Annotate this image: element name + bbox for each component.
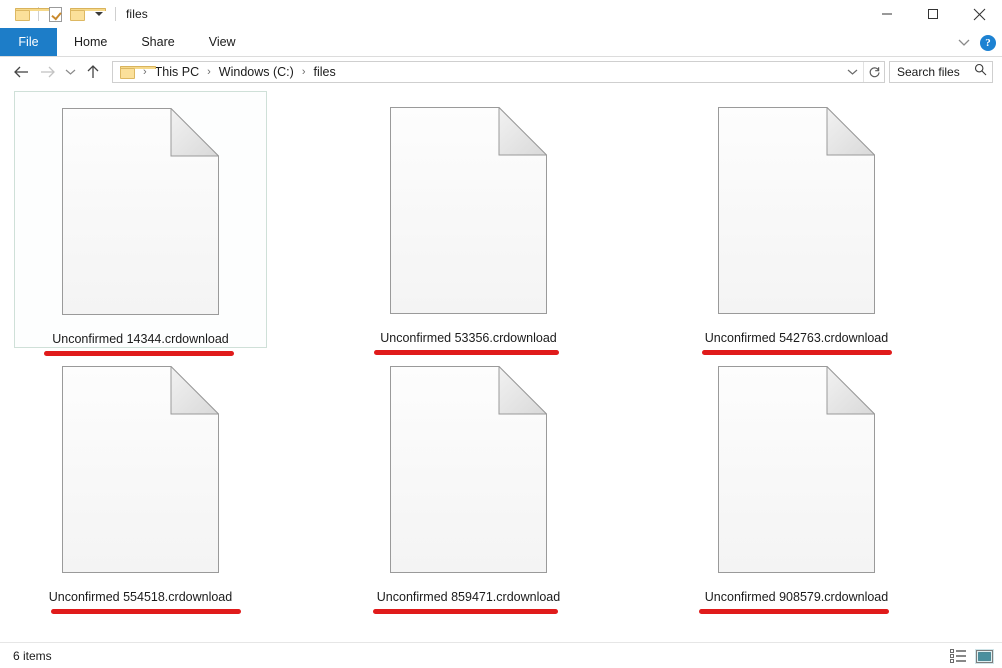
grid-gap [597,350,670,609]
file-grid-cell: Unconfirmed 859471.crdownload [342,350,597,609]
breadcrumb-windows-c[interactable]: Windows (C:) [217,62,296,82]
window-title: files [126,7,148,21]
file-grid-cell: Unconfirmed 14344.crdownload [14,91,269,350]
file-list-view[interactable]: Unconfirmed 14344.crdownload Unconfirmed… [0,87,1002,642]
minimize-button[interactable] [864,0,910,28]
blank-document-icon[interactable] [718,107,875,314]
refresh-icon[interactable] [863,62,884,82]
file-name-label[interactable]: Unconfirmed 542763.crdownload [705,331,888,345]
large-icons-view-button[interactable] [975,649,994,664]
title-bar: files [0,0,1002,28]
search-input[interactable]: Search files [897,65,960,79]
file-grid-cell: Unconfirmed 53356.crdownload [342,91,597,350]
red-underline-annotation [699,609,889,614]
up-arrow-icon[interactable] [80,59,106,85]
navigation-bar: › This PC › Windows (C:) › files Search … [0,57,1002,87]
details-view-button[interactable] [950,649,967,663]
blank-document-icon[interactable] [390,107,547,314]
view-mode-buttons [950,643,994,668]
ribbon-right-controls: ? [958,28,996,57]
chevron-down-icon[interactable] [842,62,863,82]
tab-share[interactable]: Share [124,28,191,56]
blank-document-icon[interactable] [390,366,547,573]
breadcrumb-this-pc[interactable]: This PC [153,62,201,82]
file-grid-cell: Unconfirmed 554518.crdownload [14,350,269,609]
window-controls [864,0,1002,28]
tab-home[interactable]: Home [57,28,124,56]
file-name-label[interactable]: Unconfirmed 908579.crdownload [705,590,888,604]
file-grid-cell: Unconfirmed 542763.crdownload [670,91,925,350]
maximize-button[interactable] [910,0,956,28]
file-name-label[interactable]: Unconfirmed 14344.crdownload [52,332,229,346]
grid-gap [269,350,342,609]
search-icon[interactable] [974,63,987,81]
chevron-down-icon[interactable] [958,38,970,47]
status-bar: 6 items [0,642,1002,668]
new-folder-icon[interactable] [66,3,88,25]
red-underline-annotation [373,609,558,614]
properties-icon[interactable] [44,3,66,25]
blank-document-icon[interactable] [62,366,219,573]
file-name-label[interactable]: Unconfirmed 554518.crdownload [49,590,232,604]
file-item[interactable]: Unconfirmed 542763.crdownload [670,91,923,348]
close-button[interactable] [956,0,1002,28]
file-item[interactable]: Unconfirmed 908579.crdownload [670,350,923,607]
file-item[interactable]: Unconfirmed 14344.crdownload [14,91,267,348]
folder-icon[interactable] [11,3,33,25]
address-bar-controls [842,62,884,82]
breadcrumb-files[interactable]: files [311,62,337,82]
tab-view[interactable]: View [192,28,253,56]
ribbon-tabs: File Home Share View ? [0,28,1002,57]
grid-gap [597,91,670,350]
item-count-label: 6 items [13,649,52,663]
forward-arrow-icon[interactable] [34,59,60,85]
grid-gap [269,91,342,350]
file-grid: Unconfirmed 14344.crdownload Unconfirmed… [0,91,1002,609]
breadcrumb-folder-icon[interactable] [118,62,137,82]
help-icon[interactable]: ? [980,35,996,51]
file-name-label[interactable]: Unconfirmed 859471.crdownload [377,590,560,604]
blank-document-icon[interactable] [718,366,875,573]
file-grid-cell: Unconfirmed 908579.crdownload [670,350,925,609]
tab-file[interactable]: File [0,28,57,56]
toolbar-divider-2 [115,7,116,21]
explorer-window: files File Home Share View ? [0,0,1002,668]
chevron-down-icon[interactable] [88,3,110,25]
breadcrumb-separator-2: › [296,66,312,78]
file-item[interactable]: Unconfirmed 554518.crdownload [14,350,267,607]
recent-locations-chevron-icon[interactable] [60,59,80,85]
address-bar[interactable]: › This PC › Windows (C:) › files [112,61,885,83]
back-arrow-icon[interactable] [8,59,34,85]
red-underline-annotation [51,609,241,614]
file-item[interactable]: Unconfirmed 859471.crdownload [342,350,595,607]
breadcrumb-separator-1: › [201,66,217,78]
search-box[interactable]: Search files [889,61,993,83]
blank-document-icon[interactable] [62,108,219,315]
quick-access-toolbar: files [0,3,148,25]
file-item[interactable]: Unconfirmed 53356.crdownload [342,91,595,348]
file-name-label[interactable]: Unconfirmed 53356.crdownload [380,331,557,345]
